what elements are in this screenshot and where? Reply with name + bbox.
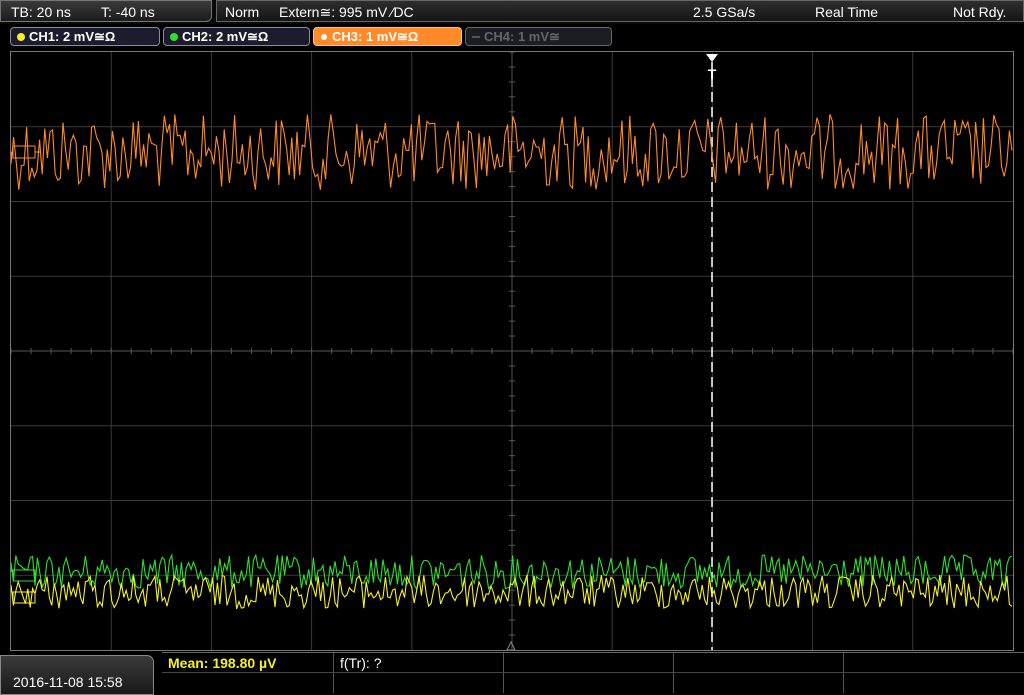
measurement-slot-9[interactable] [674, 673, 844, 693]
waveform-grid: T [11, 52, 1013, 650]
measurement-slot-7[interactable] [334, 673, 504, 693]
channel-1-trace [11, 574, 1013, 610]
channel-1-tab[interactable]: CH1: 2 mV≅Ω [10, 27, 160, 46]
channel-2-tab[interactable]: CH2: 2 mV≅Ω [163, 27, 310, 46]
channel-3-label: CH3: 1 mV≅Ω [332, 29, 419, 44]
sample-rate: 2.5 GSa/s [693, 4, 756, 20]
trigger-marker[interactable]: T [706, 54, 718, 82]
ready-status: Not Rdy. [953, 4, 1007, 20]
channel-1-indicator-icon [17, 33, 25, 41]
freq-value: f(Tr): ? [340, 655, 382, 671]
timebase-box[interactable]: TB: 20 ns T: -40 ns [0, 0, 212, 22]
channel-1-label: CH1: 2 mV≅Ω [29, 29, 116, 44]
waveform-display[interactable]: T [10, 51, 1014, 651]
channel-3-indicator-icon [320, 33, 328, 41]
measurement-slot-6[interactable] [162, 673, 334, 693]
measurement-slot-10[interactable] [844, 673, 1024, 693]
measurement-slot-5[interactable] [844, 653, 1024, 673]
datetime-label: 2016-11-08 15:58 [13, 674, 123, 690]
channel-3-ground-marker[interactable] [12, 145, 41, 159]
trigger-marker-label: T [708, 66, 717, 82]
acquisition-mode: Real Time [815, 4, 879, 20]
measurement-slot-8[interactable] [504, 673, 674, 693]
channel-3-tab[interactable]: CH3: 1 mV≅Ω [313, 27, 462, 46]
channel-4-off-icon [472, 36, 480, 38]
mean-value: Mean: 198.80 µV [168, 655, 277, 671]
trigger-mode: Norm [225, 4, 260, 20]
trigger-offset-label: T: -40 ns [101, 4, 155, 20]
channel-4-label: CH4: 1 mV≅ [484, 29, 560, 44]
trigger-position-icon [506, 640, 516, 650]
measurement-slot-3[interactable] [504, 653, 674, 673]
datetime-box: 2016-11-08 15:58 [0, 655, 154, 695]
channel-2-indicator-icon [170, 33, 178, 41]
timebase-label: TB: 20 ns [11, 4, 71, 20]
measurement-panel: Mean: 198.80 µV f(Tr): ? [162, 652, 1024, 695]
channel-4-tab[interactable]: CH4: 1 mV≅ [465, 27, 612, 46]
top-status-area: TB: 20 ns T: -40 ns Norm Extern≅: 995 mV… [0, 0, 1024, 24]
trigger-arrow-icon [706, 54, 718, 62]
trigger-status-bar[interactable]: Norm Extern≅: 995 mV ∕DC 2.5 GSa/s Real … [216, 0, 1024, 22]
trigger-source: Extern≅: 995 mV ∕DC [279, 4, 414, 20]
measurement-mean[interactable]: Mean: 198.80 µV [162, 653, 334, 673]
measurement-slot-4[interactable] [674, 653, 844, 673]
measurement-freq[interactable]: f(Tr): ? [334, 653, 504, 673]
channel-2-label: CH2: 2 mV≅Ω [182, 29, 269, 44]
